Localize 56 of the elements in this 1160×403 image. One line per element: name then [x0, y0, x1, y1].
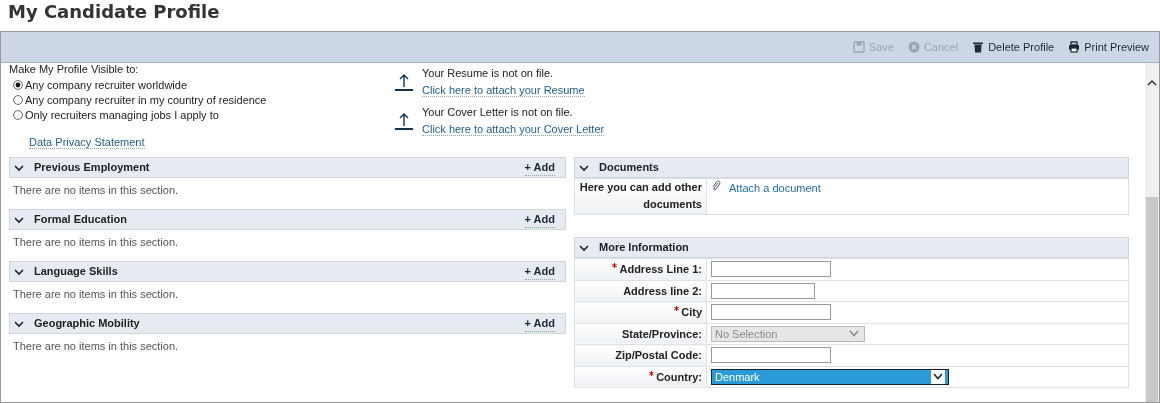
toolbar-button[interactable]: Delete Profile: [972, 38, 1055, 56]
chevron-down-icon[interactable]: [579, 163, 589, 172]
text-field[interactable]: [711, 347, 831, 364]
add-link[interactable]: + Add: [524, 158, 555, 177]
field-label: Address line 2:: [623, 284, 702, 297]
section-title: More Information: [599, 240, 690, 256]
toolbar-button[interactable]: Print Preview: [1068, 38, 1149, 56]
empty-message: There are no items in this section.: [12, 339, 180, 354]
section-title: Previous Employment: [34, 160, 151, 176]
scroll-up-icon[interactable]: [1147, 79, 1157, 87]
radio-label: Only recruiters managing jobs I apply to: [25, 107, 219, 123]
scrollbar-thumb[interactable]: [1146, 197, 1158, 402]
scrollbar[interactable]: [1145, 63, 1159, 402]
file-status: Your Cover Letter is not on file.: [422, 105, 574, 120]
paperclip-icon: [711, 180, 721, 191]
field-label: Country:: [656, 370, 702, 383]
chevron-down-icon[interactable]: [14, 319, 24, 328]
add-link[interactable]: + Add: [524, 210, 555, 229]
chevron-down-icon[interactable]: [579, 243, 589, 252]
radio-label: Any company recruiter in my country of residence: [25, 92, 267, 108]
radio-button[interactable]: [13, 95, 23, 105]
empty-message: There are no items in this section.: [12, 183, 180, 198]
caret-icon: [849, 330, 859, 338]
page-title: My Candidate Profile: [7, 0, 221, 24]
empty-message: There are no items in this section.: [12, 287, 180, 302]
radio-label: Any company recruiter worldwide: [25, 77, 187, 93]
caret-icon: [933, 373, 943, 381]
cancel-icon: [907, 41, 920, 53]
text-field[interactable]: [711, 304, 831, 321]
field-label: City: [681, 306, 702, 318]
file-status: Your Resume is not on file.: [422, 66, 555, 81]
section-title: Documents: [599, 160, 660, 176]
attach-link[interactable]: Click here to attach your Cover Letter: [422, 122, 605, 136]
section-title: Language Skills: [34, 264, 119, 280]
text-field[interactable]: [711, 282, 815, 299]
empty-message: There are no items in this section.: [12, 235, 180, 250]
radio-button[interactable]: [13, 80, 23, 90]
chevron-down-icon[interactable]: [14, 215, 24, 224]
trash-icon: [972, 41, 985, 53]
chevron-down-icon[interactable]: [14, 163, 24, 172]
text-field[interactable]: [711, 261, 831, 278]
printer-icon: [1068, 41, 1081, 53]
section-title: Formal Education: [34, 212, 128, 228]
add-link[interactable]: + Add: [524, 262, 555, 281]
field-label: State/Province:: [621, 327, 702, 340]
chevron-down-icon[interactable]: [14, 267, 24, 276]
field-label: Zip/Postal Code:: [615, 349, 702, 361]
radio-button[interactable]: [13, 110, 23, 120]
section-title: Geographic Mobility: [34, 316, 141, 332]
attach-document-link[interactable]: Attach a document: [729, 180, 821, 197]
visibility-label: Make My Profile Visible to:: [9, 63, 140, 77]
field-label: Address Line 1:: [619, 263, 702, 275]
documents-label: Here you can add other documents: [579, 181, 702, 210]
add-link[interactable]: + Add: [524, 314, 555, 333]
privacy-link[interactable]: Data Privacy Statement: [29, 135, 145, 149]
attach-link[interactable]: Click here to attach your Resume: [422, 83, 585, 97]
